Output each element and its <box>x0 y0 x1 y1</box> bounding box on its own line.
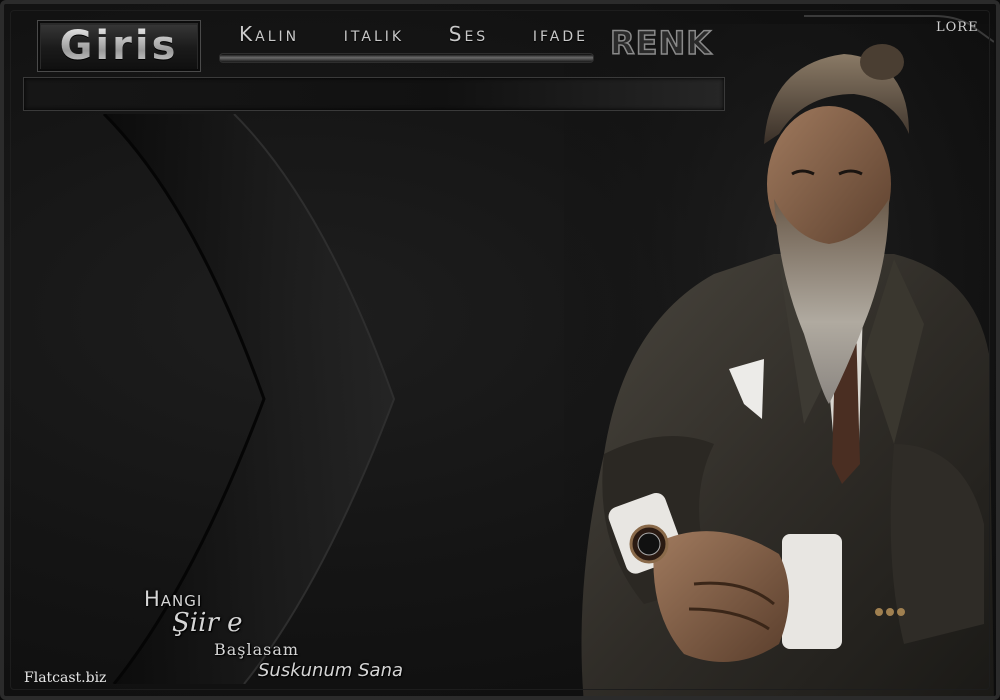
poem-text: Hangi Şiir e Başlasam Suskunum Sana <box>134 584 414 694</box>
portrait-image <box>564 24 994 696</box>
poem-line-2: Şiir e <box>172 608 243 638</box>
format-toolbar: Kalın italik Ses ifade <box>219 20 594 66</box>
bold-button[interactable]: Kalın <box>239 22 299 46</box>
login-button[interactable]: Giris <box>37 20 201 72</box>
login-button-label: Giris <box>59 23 179 69</box>
poem-line-3: Başlasam <box>214 640 300 659</box>
toolbar-divider <box>219 53 594 63</box>
color-button[interactable]: RENK <box>609 23 712 63</box>
emoji-button[interactable]: ifade <box>533 22 588 46</box>
poem-line-4: Suskunum Sana <box>258 660 404 681</box>
italic-button[interactable]: italik <box>344 22 404 46</box>
brand-label: LORE <box>936 20 979 35</box>
site-link[interactable]: Flatcast.biz <box>24 670 106 686</box>
sound-button[interactable]: Ses <box>449 22 488 46</box>
main-frame: LORE Giris Kalın italik Ses ifade RENK H… <box>0 0 1000 700</box>
format-toolbar-items: Kalın italik Ses ifade <box>219 20 594 48</box>
message-input[interactable] <box>23 77 725 111</box>
